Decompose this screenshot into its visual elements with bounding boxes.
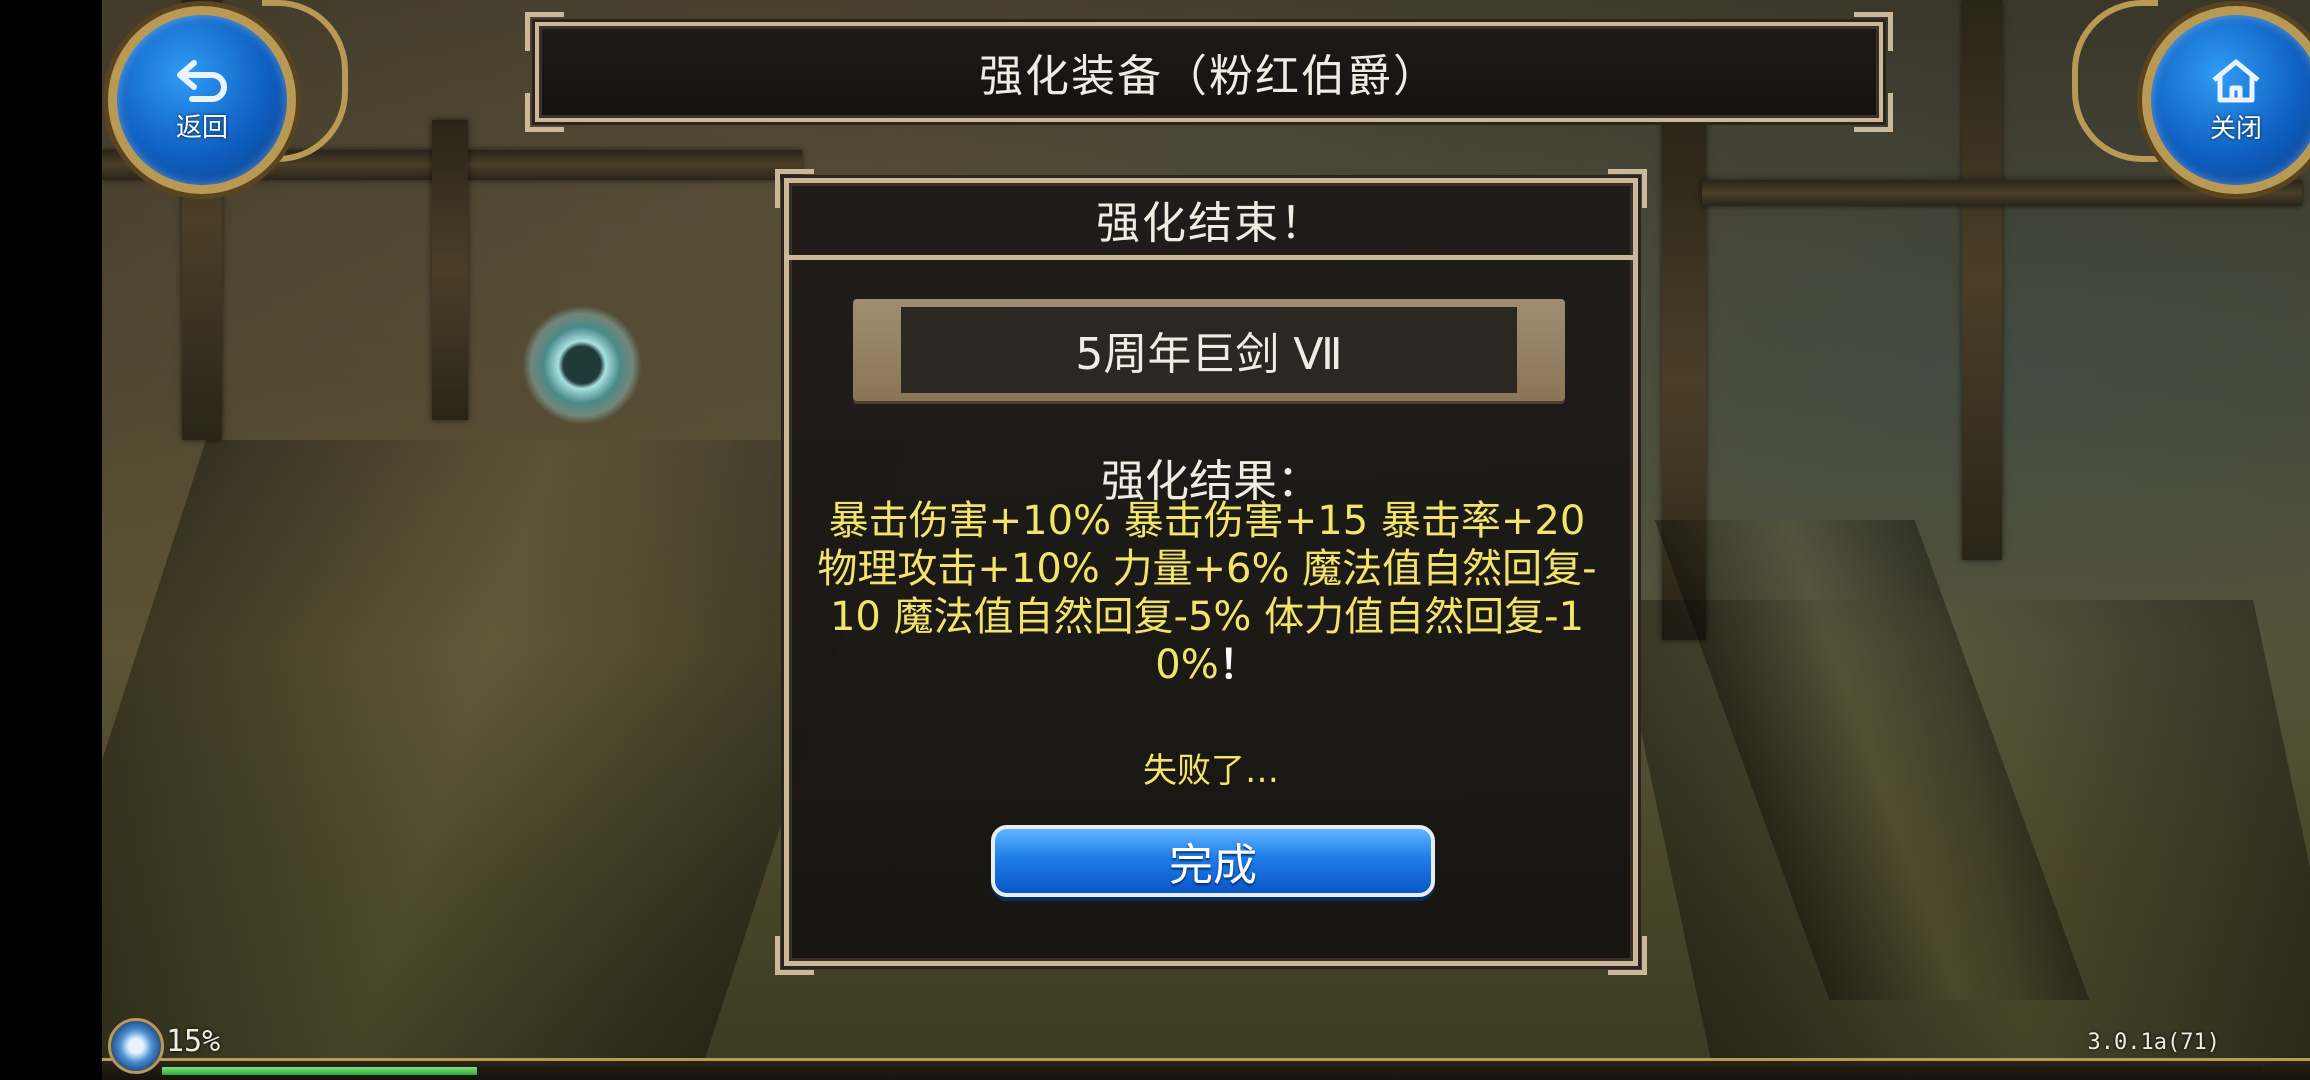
close-button-label: 关闭 xyxy=(2209,113,2262,144)
result-stats-text: 暴击伤害+10% 暴击伤害+15 暴击率+20 物理攻击+10% 力量+6% 魔… xyxy=(817,498,1597,688)
version-label: 3.0.1a(71) xyxy=(2087,1030,2220,1055)
back-button[interactable]: 返回 xyxy=(108,6,296,194)
page-title: 强化装备（粉红伯爵） xyxy=(979,51,1439,102)
bottom-status-bar xyxy=(102,1058,2310,1080)
progress-orb-icon xyxy=(108,1018,164,1074)
back-arrow-icon xyxy=(177,59,227,102)
result-stats-suffix: ！ xyxy=(1218,642,1259,688)
header-title-bar: 强化装备（粉红伯爵） xyxy=(525,12,1893,132)
enhance-result-dialog: 强化结束！ 5周年巨剑 Ⅶ 强化结果： 暴击伤害+10% 暴击伤害+15 暴击率… xyxy=(775,169,1647,975)
item-name-box: 5周年巨剑 Ⅶ xyxy=(901,307,1517,393)
progress-fill xyxy=(162,1067,477,1075)
portal-effect xyxy=(522,305,642,425)
home-icon xyxy=(2212,59,2260,102)
progress-percent: 15% xyxy=(166,1024,221,1059)
back-button-label: 返回 xyxy=(175,112,228,143)
item-name-plate: 5周年巨剑 Ⅶ xyxy=(853,299,1565,401)
left-letterbox xyxy=(0,0,102,1080)
item-name: 5周年巨剑 Ⅶ xyxy=(1075,329,1343,380)
dialog-title: 强化结束！ xyxy=(1096,198,1326,249)
progress-track xyxy=(162,1067,2262,1075)
status-text: 失败了… xyxy=(1143,751,1279,791)
done-button[interactable]: 完成 xyxy=(991,825,1435,897)
dialog-titlebar: 强化结束！ xyxy=(789,183,1633,260)
game-screen: 返回 关闭 强化装备（粉红伯爵） 强化结束！ 5周年巨剑 Ⅶ 强化结果： 暴击伤… xyxy=(0,0,2310,1080)
result-stats: 暴击伤害+10% 暴击伤害+15 暴击率+20 物理攻击+10% 力量+6% 魔… xyxy=(817,497,1597,689)
